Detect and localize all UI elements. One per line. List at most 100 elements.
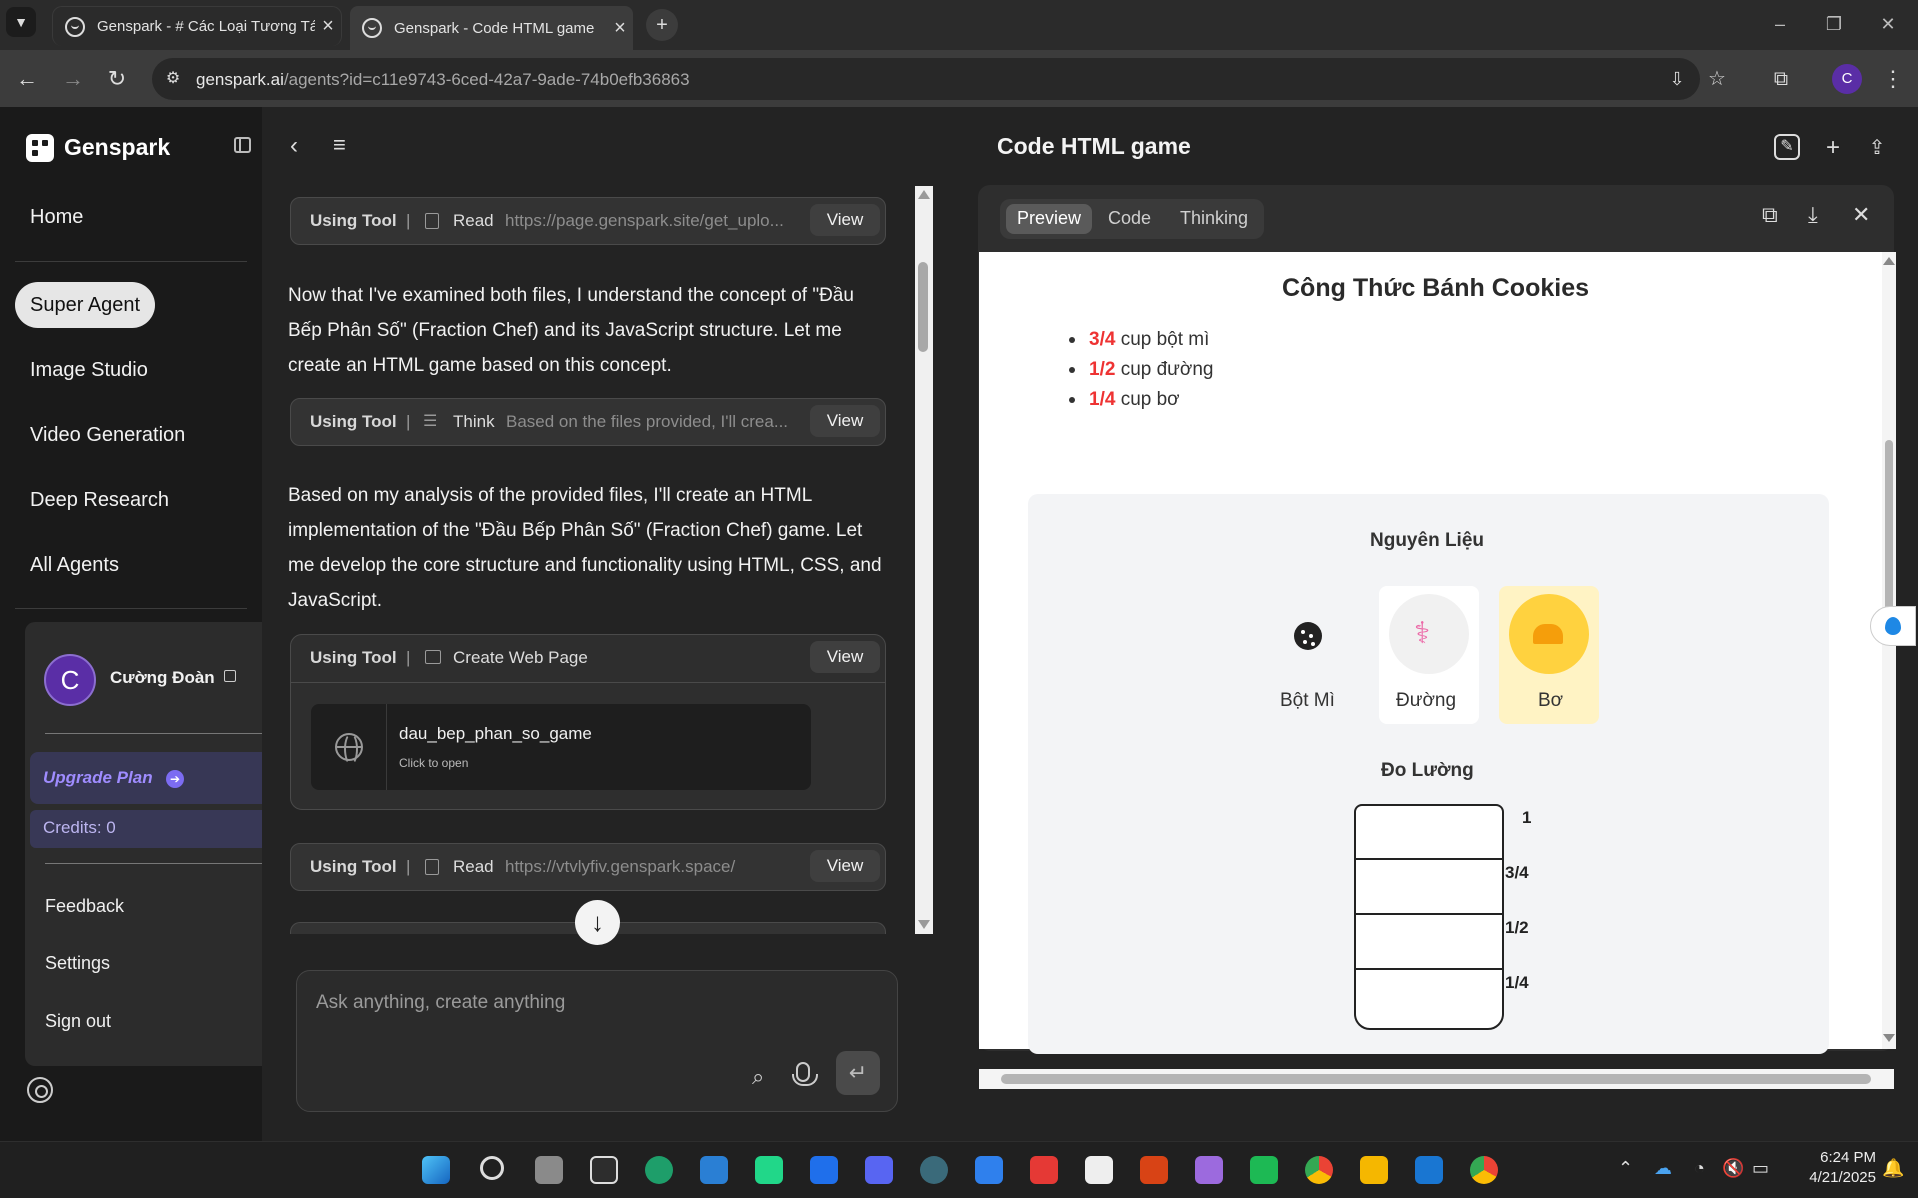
tab-code[interactable]: Code	[1108, 208, 1151, 229]
sidebar-item-all-agents[interactable]: All Agents	[30, 554, 119, 577]
vscode-icon[interactable]	[700, 1156, 728, 1184]
menu-item-sign-out[interactable]: Sign out	[45, 1011, 111, 1032]
send-button[interactable]: ↵	[836, 1051, 880, 1095]
sidebar-item-deep-research[interactable]: Deep Research	[30, 489, 169, 512]
menu-item-feedback[interactable]: Feedback	[45, 896, 124, 917]
view-button[interactable]: View	[810, 850, 880, 882]
close-icon[interactable]: ✕	[1852, 202, 1870, 228]
notification-bell-icon[interactable]: 🔔	[1882, 1158, 1904, 1179]
sidebar-item-image-studio[interactable]: Image Studio	[30, 359, 148, 382]
microphone-icon[interactable]	[792, 1062, 818, 1086]
collapse-sidebar-icon[interactable]	[234, 137, 251, 153]
clock-date: 4/21/2025	[1809, 1169, 1876, 1186]
scroll-down-arrow-icon[interactable]	[918, 920, 930, 929]
webstorm-icon[interactable]	[810, 1156, 838, 1184]
chrome-icon[interactable]	[1470, 1156, 1498, 1184]
chat-scrollbar-thumb[interactable]	[918, 262, 928, 352]
app-icon[interactable]	[1030, 1156, 1058, 1184]
plus-icon[interactable]: +	[1819, 134, 1847, 162]
battery-icon[interactable]: ▭	[1752, 1158, 1769, 1179]
app-icon[interactable]	[920, 1156, 948, 1184]
measure-line	[1356, 913, 1502, 915]
tab-inactive[interactable]: Genspark - # Các Loại Tương Tá ×	[52, 6, 342, 46]
app-icon[interactable]	[1415, 1156, 1443, 1184]
new-tab-icon[interactable]: +	[646, 9, 678, 41]
view-button[interactable]: View	[810, 641, 880, 673]
floating-helper-icon[interactable]	[1870, 606, 1916, 646]
separator: |	[406, 648, 411, 667]
cookie-icon[interactable]	[1294, 622, 1322, 650]
preview-scroll-thumb[interactable]	[1885, 440, 1893, 630]
discord-icon[interactable]	[865, 1156, 893, 1184]
pycharm-icon[interactable]	[755, 1156, 783, 1184]
recipe-ingredient: cup bơ	[1115, 389, 1180, 410]
settings-gear-icon[interactable]	[27, 1077, 53, 1103]
clock[interactable]: 6:24 PM 4/21/2025	[1796, 1148, 1876, 1188]
close-window-icon[interactable]: ✕	[1868, 10, 1908, 38]
tab-thinking[interactable]: Thinking	[1180, 208, 1248, 229]
view-button[interactable]: View	[810, 204, 880, 236]
edit-icon[interactable]: ✎	[1774, 134, 1800, 160]
windows-start-icon[interactable]	[422, 1156, 450, 1184]
sidebar-item-video-generation[interactable]: Video Generation	[30, 424, 185, 447]
app-icon[interactable]	[1140, 1156, 1168, 1184]
ingredient-label[interactable]: Bột Mì	[1280, 690, 1335, 712]
profile-avatar[interactable]: C	[1832, 64, 1862, 94]
extensions-icon[interactable]: ⧉	[1766, 64, 1796, 94]
share-icon[interactable]: ⇪	[1863, 134, 1891, 162]
app-icon[interactable]	[1195, 1156, 1223, 1184]
reload-icon[interactable]: ↻	[102, 64, 132, 94]
scroll-up-arrow-icon[interactable]	[918, 190, 930, 199]
browser-menu-icon[interactable]: ⋮	[1878, 64, 1908, 94]
menu-lines-icon[interactable]: ≡	[333, 132, 346, 158]
preview-vertical-scrollbar[interactable]	[1882, 252, 1896, 1049]
download-icon[interactable]: ⤓	[1808, 202, 1818, 228]
tool-using-label: Using Tool	[310, 648, 397, 667]
chevron-up-icon[interactable]: ⌃	[1618, 1158, 1633, 1179]
paperclip-icon[interactable]: ⌕	[752, 1064, 764, 1090]
open-external-icon[interactable]: ⧉	[1762, 202, 1778, 228]
volume-muted-icon[interactable]: 🔇	[1722, 1158, 1744, 1179]
divider	[45, 863, 269, 864]
chevron-left-icon[interactable]: ‹	[290, 132, 298, 160]
recipe-item: 3/4 cup bột mì	[1068, 329, 1209, 351]
sidebar-item-super-agent[interactable]: Super Agent	[30, 294, 140, 317]
url-text[interactable]: genspark.ai/agents?id=c11e9743-6ced-42a7…	[196, 70, 690, 90]
view-button[interactable]: View	[810, 405, 880, 437]
site-info-icon[interactable]: ⚙	[158, 64, 188, 94]
back-icon[interactable]: ←	[12, 64, 42, 94]
measuring-cup[interactable]	[1354, 804, 1504, 1030]
tab-search-icon[interactable]: ▼	[6, 7, 36, 37]
scroll-up-arrow-icon[interactable]	[1883, 257, 1895, 265]
onedrive-icon[interactable]: ☁	[1654, 1158, 1672, 1179]
tab-active[interactable]: Genspark - Code HTML game ×	[350, 6, 633, 50]
recipe-ingredient: cup đường	[1115, 359, 1214, 380]
preview-h-scroll-thumb[interactable]	[1001, 1074, 1871, 1084]
search-icon[interactable]	[480, 1156, 504, 1180]
app-icon[interactable]	[975, 1156, 1003, 1184]
measure-tick: 1/4	[1505, 973, 1529, 992]
install-app-icon[interactable]: ⇩	[1662, 64, 1692, 94]
forward-icon[interactable]: →	[58, 64, 88, 94]
scroll-to-bottom-button[interactable]: ↓	[575, 900, 620, 945]
app-icon[interactable]	[1085, 1156, 1113, 1184]
chrome-icon[interactable]	[1305, 1156, 1333, 1184]
restore-icon[interactable]: ❐	[1814, 10, 1854, 38]
menu-item-settings[interactable]: Settings	[45, 953, 110, 974]
sidebar-item-home[interactable]: Home	[30, 206, 83, 229]
app-icon[interactable]	[1250, 1156, 1278, 1184]
task-view-icon[interactable]	[535, 1156, 563, 1184]
tab-preview[interactable]: Preview	[1017, 208, 1081, 229]
divider	[15, 608, 247, 609]
wifi-icon[interactable]: ◔	[1694, 1158, 1705, 1179]
edit-name-icon[interactable]	[224, 670, 236, 682]
close-tab-icon[interactable]: ×	[315, 15, 341, 38]
divider	[15, 261, 247, 262]
scroll-down-arrow-icon[interactable]	[1883, 1034, 1895, 1042]
bookmark-star-icon[interactable]: ☆	[1702, 64, 1732, 94]
close-tab-icon[interactable]: ×	[607, 17, 633, 40]
file-explorer-icon[interactable]	[1360, 1156, 1388, 1184]
minimize-icon[interactable]: –	[1760, 10, 1800, 38]
app-icon[interactable]	[590, 1156, 618, 1184]
edge-icon[interactable]	[645, 1156, 673, 1184]
